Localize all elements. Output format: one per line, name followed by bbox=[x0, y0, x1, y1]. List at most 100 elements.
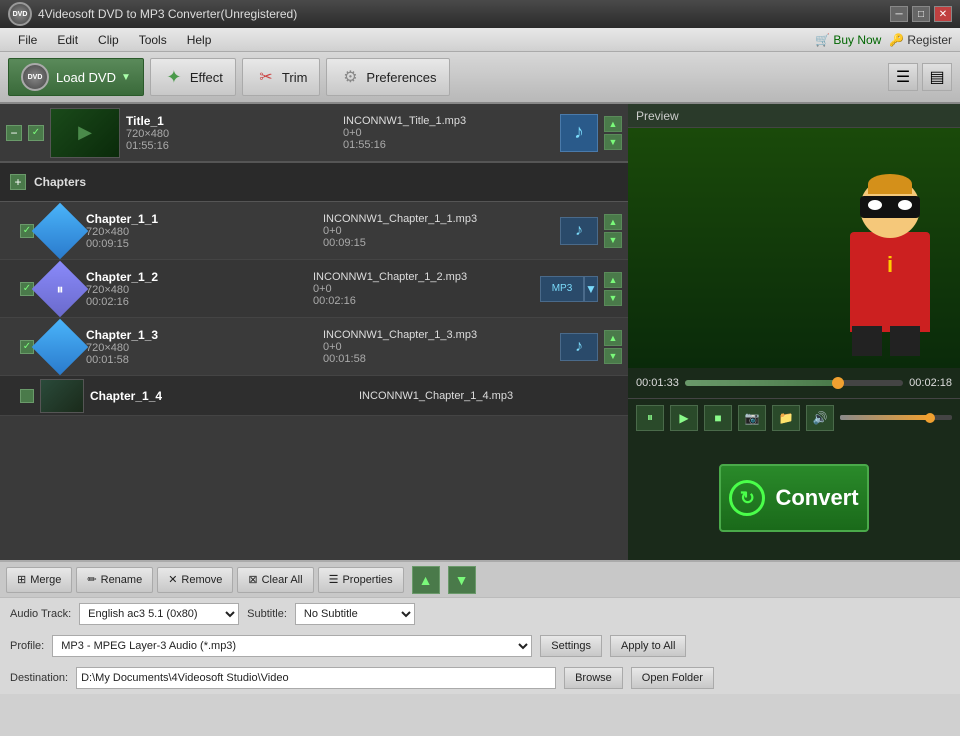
trim-button[interactable]: ✂ Trim bbox=[242, 58, 321, 96]
destination-input[interactable] bbox=[76, 667, 556, 689]
chapter-3-thumb bbox=[32, 318, 89, 375]
remove-button[interactable]: ✕ Remove bbox=[157, 567, 233, 593]
subtitle-select[interactable]: No Subtitle bbox=[295, 603, 415, 625]
volume-button[interactable]: 🔊 bbox=[806, 405, 834, 431]
list-view-button[interactable]: ☰ bbox=[888, 63, 918, 91]
browse-button[interactable]: Browse bbox=[564, 667, 623, 689]
progress-fill bbox=[685, 380, 838, 386]
chapter-2-format-main[interactable]: MP3 bbox=[540, 276, 584, 302]
char-eye-left bbox=[868, 200, 882, 210]
minimize-button[interactable]: ─ bbox=[890, 6, 908, 22]
grid-view-button[interactable]: ▤ bbox=[922, 63, 952, 91]
folder-button[interactable]: 📁 bbox=[772, 405, 800, 431]
title-format-icon[interactable]: ♪ bbox=[560, 114, 598, 152]
restore-button[interactable]: □ bbox=[912, 6, 930, 22]
progress-track[interactable] bbox=[685, 380, 903, 386]
pause-button[interactable]: ⏸ bbox=[636, 405, 664, 431]
preferences-button[interactable]: ⚙ Preferences bbox=[326, 58, 449, 96]
title-checkbox[interactable]: ✓ bbox=[28, 125, 44, 141]
music-icon: ♪ bbox=[574, 121, 584, 144]
chapter-4-info: Chapter_1_4 bbox=[90, 389, 353, 403]
chapter-2-name: Chapter_1_2 bbox=[86, 270, 307, 284]
chapter-2-thumb: ⏸ bbox=[32, 260, 89, 317]
menu-edit[interactable]: Edit bbox=[47, 31, 88, 49]
volume-fill bbox=[840, 415, 930, 420]
chapter-1-thumb bbox=[32, 202, 89, 259]
title-output-dims: 0+0 bbox=[343, 127, 554, 139]
chapter-4-checkbox[interactable] bbox=[20, 389, 34, 403]
chapters-expand-btn[interactable]: + bbox=[10, 174, 26, 190]
chapter-1-format-area: ♪ bbox=[560, 217, 598, 245]
minus-icon: − bbox=[10, 126, 17, 140]
chapter-2-info: Chapter_1_2 720×480 00:02:16 bbox=[86, 270, 307, 308]
menu-tools[interactable]: Tools bbox=[129, 31, 177, 49]
chapter-3-move-down-btn[interactable]: ▼ bbox=[604, 348, 622, 364]
load-dvd-button[interactable]: DVD Load DVD ▼ bbox=[8, 58, 144, 96]
char-head bbox=[860, 178, 920, 238]
character: i bbox=[830, 168, 950, 368]
chapter-3-move-up-btn[interactable]: ▲ bbox=[604, 330, 622, 346]
title-move-up-btn[interactable]: ▲ bbox=[604, 116, 622, 132]
title-collapse-btn[interactable]: − bbox=[6, 125, 22, 141]
check-icon: ✓ bbox=[23, 341, 31, 352]
char-emblem: i bbox=[887, 252, 893, 278]
chapter-3-format-area: ♪ bbox=[560, 333, 598, 361]
menu-help[interactable]: Help bbox=[177, 31, 222, 49]
buy-now-button[interactable]: 🛒 Buy Now bbox=[815, 33, 881, 47]
chapter-2-format-arrow[interactable]: ▼ bbox=[584, 276, 598, 302]
merge-button[interactable]: ⊞ Merge bbox=[6, 567, 72, 593]
chapter-1-dims: 720×480 bbox=[86, 226, 317, 238]
title-time: 01:55:16 bbox=[126, 140, 337, 152]
play-button[interactable]: ▶ bbox=[670, 405, 698, 431]
clear-all-button[interactable]: ⊠ Clear All bbox=[237, 567, 313, 593]
music-icon: ♪ bbox=[575, 338, 583, 356]
chapter-3-format-icon[interactable]: ♪ bbox=[560, 333, 598, 361]
title-bar-left: DVD 4Videosoft DVD to MP3 Converter(Unre… bbox=[8, 2, 297, 26]
x-icon: ✕ bbox=[168, 573, 177, 586]
profile-select[interactable]: MP3 - MPEG Layer-3 Audio (*.mp3) bbox=[52, 635, 532, 657]
chapter-2-move-down-btn[interactable]: ▼ bbox=[604, 290, 622, 306]
close-button[interactable]: ✕ bbox=[934, 6, 952, 22]
action-bar: ⊞ Merge ✏ Rename ✕ Remove ⊠ Clear All ☰ … bbox=[0, 560, 960, 598]
chapter-4-output: INCONNW1_Chapter_1_4.mp3 bbox=[359, 390, 622, 402]
move-up-button[interactable]: ▲ bbox=[412, 566, 440, 594]
chapter-row-3: ✓ Chapter_1_3 720×480 00:01:58 INCONNW1_… bbox=[0, 318, 628, 376]
file-list[interactable]: − ✓ ▶ Title_1 720×480 01:55:16 INCONNW1_… bbox=[0, 104, 628, 560]
move-down-button[interactable]: ▼ bbox=[448, 566, 476, 594]
open-folder-button[interactable]: Open Folder bbox=[631, 667, 714, 689]
chapter-1-row-actions: ▲ ▼ bbox=[604, 214, 622, 248]
chapter-2-move-up-btn[interactable]: ▲ bbox=[604, 272, 622, 288]
title-move-down-btn[interactable]: ▼ bbox=[604, 134, 622, 150]
rename-button[interactable]: ✏ Rename bbox=[76, 567, 153, 593]
char-hair bbox=[868, 174, 912, 194]
chapter-1-move-up-btn[interactable]: ▲ bbox=[604, 214, 622, 230]
effect-button[interactable]: ✦ Effect bbox=[150, 58, 236, 96]
key-icon: 🔑 bbox=[889, 33, 904, 47]
menu-bar-right: 🛒 Buy Now 🔑 Register bbox=[815, 33, 952, 47]
title-format-area: ♪ bbox=[560, 114, 598, 152]
settings-button[interactable]: Settings bbox=[540, 635, 602, 657]
apply-to-all-button[interactable]: Apply to All bbox=[610, 635, 686, 657]
chapter-1-move-down-btn[interactable]: ▼ bbox=[604, 232, 622, 248]
chapter-1-format-icon[interactable]: ♪ bbox=[560, 217, 598, 245]
chapter-2-output-time: 00:02:16 bbox=[313, 295, 534, 307]
menu-file[interactable]: File bbox=[8, 31, 47, 49]
properties-icon: ☰ bbox=[329, 573, 339, 586]
char-body: i bbox=[850, 232, 930, 332]
audio-subtitle-row: Audio Track: English ac3 5.1 (0x80) Subt… bbox=[0, 598, 960, 630]
properties-button[interactable]: ☰ Properties bbox=[318, 567, 404, 593]
preview-label: Preview bbox=[628, 104, 960, 128]
screenshot-button[interactable]: 📷 bbox=[738, 405, 766, 431]
convert-button[interactable]: ↻ Convert bbox=[719, 464, 869, 532]
stop-button[interactable]: ■ bbox=[704, 405, 732, 431]
app-logo: DVD bbox=[8, 2, 32, 26]
audio-track-select[interactable]: English ac3 5.1 (0x80) bbox=[79, 603, 239, 625]
register-button[interactable]: 🔑 Register bbox=[889, 33, 952, 47]
preview-panel: Preview bbox=[628, 104, 960, 560]
view-controls: ☰ ▤ bbox=[888, 63, 952, 91]
chapters-label: Chapters bbox=[34, 175, 86, 189]
char-mask bbox=[860, 196, 920, 218]
volume-track[interactable] bbox=[840, 415, 952, 420]
menu-clip[interactable]: Clip bbox=[88, 31, 129, 49]
char-leg-left bbox=[852, 326, 882, 356]
